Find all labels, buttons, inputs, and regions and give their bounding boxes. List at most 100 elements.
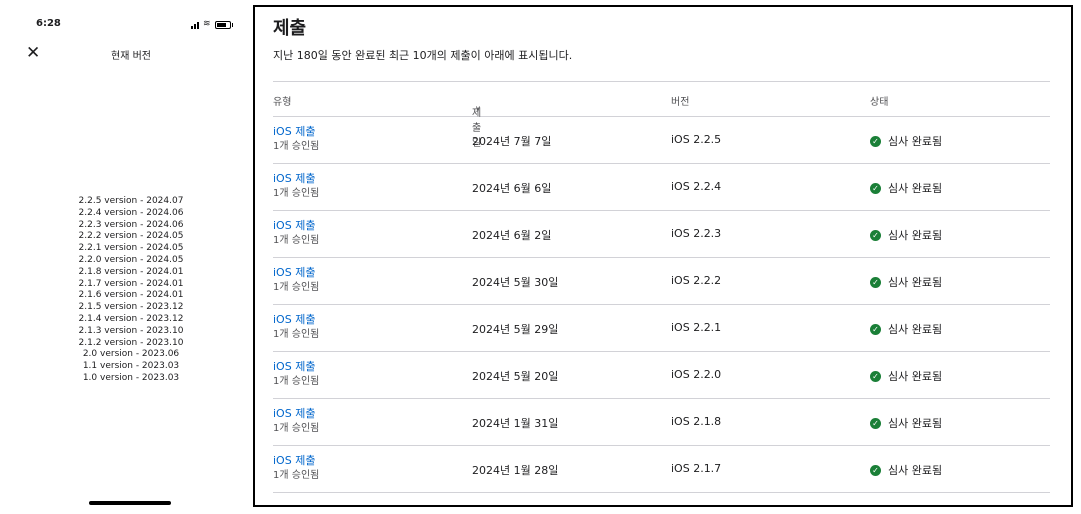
date-cell: 2024년 5월 20일 (472, 370, 559, 383)
status-text: 심사 완료됨 (888, 135, 943, 148)
version-list: 2.2.5 version - 2024.07 2.2.4 version - 2… (0, 196, 262, 385)
version-item: 2.2.0 version - 2024.05 (78, 254, 184, 265)
approval-count: 1개 승인됨 (273, 235, 320, 246)
home-indicator (89, 501, 171, 505)
nav-title: 현재 버전 (111, 51, 151, 62)
version-cell: iOS 2.2.3 (671, 227, 722, 240)
version-cell: iOS 2.2.1 (671, 321, 722, 334)
check-circle-icon: ✓ (870, 182, 881, 194)
type-cell: iOS 제출 1개 승인됨 (273, 124, 319, 154)
check-circle-icon: ✓ (870, 135, 881, 147)
approval-count: 1개 승인됨 (273, 282, 320, 293)
status-cell: ✓ 심사 완료됨 (870, 274, 942, 290)
date-cell: 2024년 6월 2일 (472, 229, 552, 242)
version-item: 2.1.4 version - 2023.12 (78, 313, 184, 324)
date-cell: 2024년 6월 6일 (472, 182, 552, 195)
status-text: 심사 완료됨 (888, 370, 943, 383)
version-cell: iOS 2.1.8 (671, 415, 722, 428)
date-cell: 2024년 5월 30일 (472, 276, 559, 289)
type-cell: iOS 제출 1개 승인됨 (273, 312, 319, 342)
column-header-version: 버전 (671, 97, 690, 108)
version-item: 2.2.2 version - 2024.05 (78, 231, 184, 242)
approval-count: 1개 승인됨 (273, 141, 320, 152)
version-item: 2.2.4 version - 2024.06 (78, 207, 184, 218)
version-item: 2.1.6 version - 2024.01 (78, 290, 184, 301)
table-row: iOS 제출 1개 승인됨 2024년 6월 6일 iOS 2.2.4 ✓ 심사 완료됨 (273, 164, 1050, 211)
version-item: 2.2.5 version - 2024.07 (78, 196, 184, 206)
approval-count: 1개 승인됨 (273, 376, 320, 387)
version-item: 2.1.5 version - 2023.12 (78, 302, 184, 313)
version-item: 2.1.8 version - 2024.01 (78, 266, 184, 277)
type-cell: iOS 제출 1개 승인됨 (273, 218, 319, 248)
status-time: 6:28 (36, 18, 61, 29)
approval-count: 1개 승인됨 (273, 188, 320, 199)
column-header-type: 유형 (273, 97, 292, 108)
status-text: 심사 완료됨 (888, 182, 943, 195)
status-cell: ✓ 심사 완료됨 (870, 415, 942, 431)
submission-link[interactable]: iOS 제출 (273, 265, 319, 280)
table-row: iOS 제출 1개 승인됨 2024년 1월 28일 iOS 2.1.7 ✓ 심사 완료됨 (273, 446, 1050, 493)
status-text: 심사 완료됨 (888, 323, 943, 336)
version-item: 2.2.3 version - 2024.06 (78, 219, 184, 230)
status-text: 심사 완료됨 (888, 417, 943, 430)
check-circle-icon: ✓ (870, 370, 881, 382)
version-item: 2.2.1 version - 2024.05 (78, 243, 184, 254)
phone-screen: 6:28 ≋ ✕ 현재 버전 2.2.5 version - 2024.07 2.… (0, 0, 262, 514)
type-cell: iOS 제출 1개 승인됨 (273, 265, 319, 295)
approval-count: 1개 승인됨 (273, 470, 320, 481)
battery-icon (214, 21, 233, 29)
date-cell: 2024년 5월 29일 (472, 323, 559, 336)
type-cell: iOS 제출 1개 승인됨 (273, 359, 319, 389)
table-header: 유형 제출일 ∨ 버전 상태 (273, 81, 1050, 149)
signal-icon (191, 21, 199, 29)
status-cell: ✓ 심사 완료됨 (870, 368, 942, 384)
status-cell: ✓ 심사 완료됨 (870, 133, 942, 149)
table-row: iOS 제출 1개 승인됨 2024년 5월 30일 iOS 2.2.2 ✓ 심사 완료됨 (273, 258, 1050, 305)
table-row: iOS 제출 1개 승인됨 2024년 5월 29일 iOS 2.2.1 ✓ 심사 완료됨 (273, 305, 1050, 352)
submissions-panel: 제출 지난 180일 동안 완료된 최근 10개의 제출이 아래에 표시됩니다.… (253, 5, 1073, 507)
status-text: 심사 완료됨 (888, 464, 943, 477)
wifi-icon: ≋ (203, 19, 211, 29)
submissions-table: 유형 제출일 ∨ 버전 상태 iOS 제출 1개 승인됨 2024년 7월 7일 iOS… (273, 81, 1050, 493)
page-title: 제출 (273, 18, 307, 39)
type-cell: iOS 제출 1개 승인됨 (273, 453, 319, 483)
chevron-down-icon: ∨ (475, 104, 481, 113)
status-text: 심사 완료됨 (888, 276, 943, 289)
submission-link[interactable]: iOS 제출 (273, 453, 319, 468)
check-circle-icon: ✓ (870, 323, 881, 335)
submission-link[interactable]: iOS 제출 (273, 359, 319, 374)
submission-link[interactable]: iOS 제출 (273, 124, 319, 139)
table-row: iOS 제출 1개 승인됨 2024년 1월 31일 iOS 2.1.8 ✓ 심사 완료됨 (273, 399, 1050, 446)
version-cell: iOS 2.2.0 (671, 368, 722, 381)
date-cell: 2024년 1월 28일 (472, 464, 559, 477)
type-cell: iOS 제출 1개 승인됨 (273, 171, 319, 201)
version-item: 2.1.2 version - 2023.10 (78, 337, 184, 348)
submission-link[interactable]: iOS 제출 (273, 406, 319, 421)
column-header-status: 상태 (870, 97, 889, 108)
check-circle-icon: ✓ (870, 417, 881, 429)
submission-link[interactable]: iOS 제출 (273, 312, 319, 327)
table-body: iOS 제출 1개 승인됨 2024년 7월 7일 iOS 2.2.5 ✓ 심사 완료됨 i… (273, 117, 1050, 493)
approval-count: 1개 승인됨 (273, 329, 320, 340)
table-row: iOS 제출 1개 승인됨 2024년 7월 7일 iOS 2.2.5 ✓ 심사 완료됨 (273, 117, 1050, 164)
status-cell: ✓ 심사 완료됨 (870, 321, 942, 337)
status-cell: ✓ 심사 완료됨 (870, 227, 942, 243)
table-row: iOS 제출 1개 승인됨 2024년 6월 2일 iOS 2.2.3 ✓ 심사 완료됨 (273, 211, 1050, 258)
submission-link[interactable]: iOS 제출 (273, 218, 319, 233)
version-item: 2.1.3 version - 2023.10 (78, 325, 184, 336)
version-cell: iOS 2.2.5 (671, 133, 722, 146)
version-item: 1.0 version - 2023.03 (82, 372, 180, 383)
status-cell: ✓ 심사 완료됨 (870, 462, 942, 478)
status-icons: ≋ (191, 19, 233, 29)
type-cell: iOS 제출 1개 승인됨 (273, 406, 319, 436)
version-item: 2.0 version - 2023.06 (82, 349, 180, 360)
check-circle-icon: ✓ (870, 229, 881, 241)
date-cell: 2024년 7월 7일 (472, 135, 552, 148)
page-description: 지난 180일 동안 완료된 최근 10개의 제출이 아래에 표시됩니다. (273, 49, 573, 62)
submission-link[interactable]: iOS 제출 (273, 171, 319, 186)
table-row: iOS 제출 1개 승인됨 2024년 5월 20일 iOS 2.2.0 ✓ 심사 완료됨 (273, 352, 1050, 399)
version-item: 2.1.7 version - 2024.01 (78, 278, 184, 289)
version-item: 1.1 version - 2023.03 (82, 361, 180, 372)
check-circle-icon: ✓ (870, 276, 881, 288)
check-circle-icon: ✓ (870, 464, 881, 476)
